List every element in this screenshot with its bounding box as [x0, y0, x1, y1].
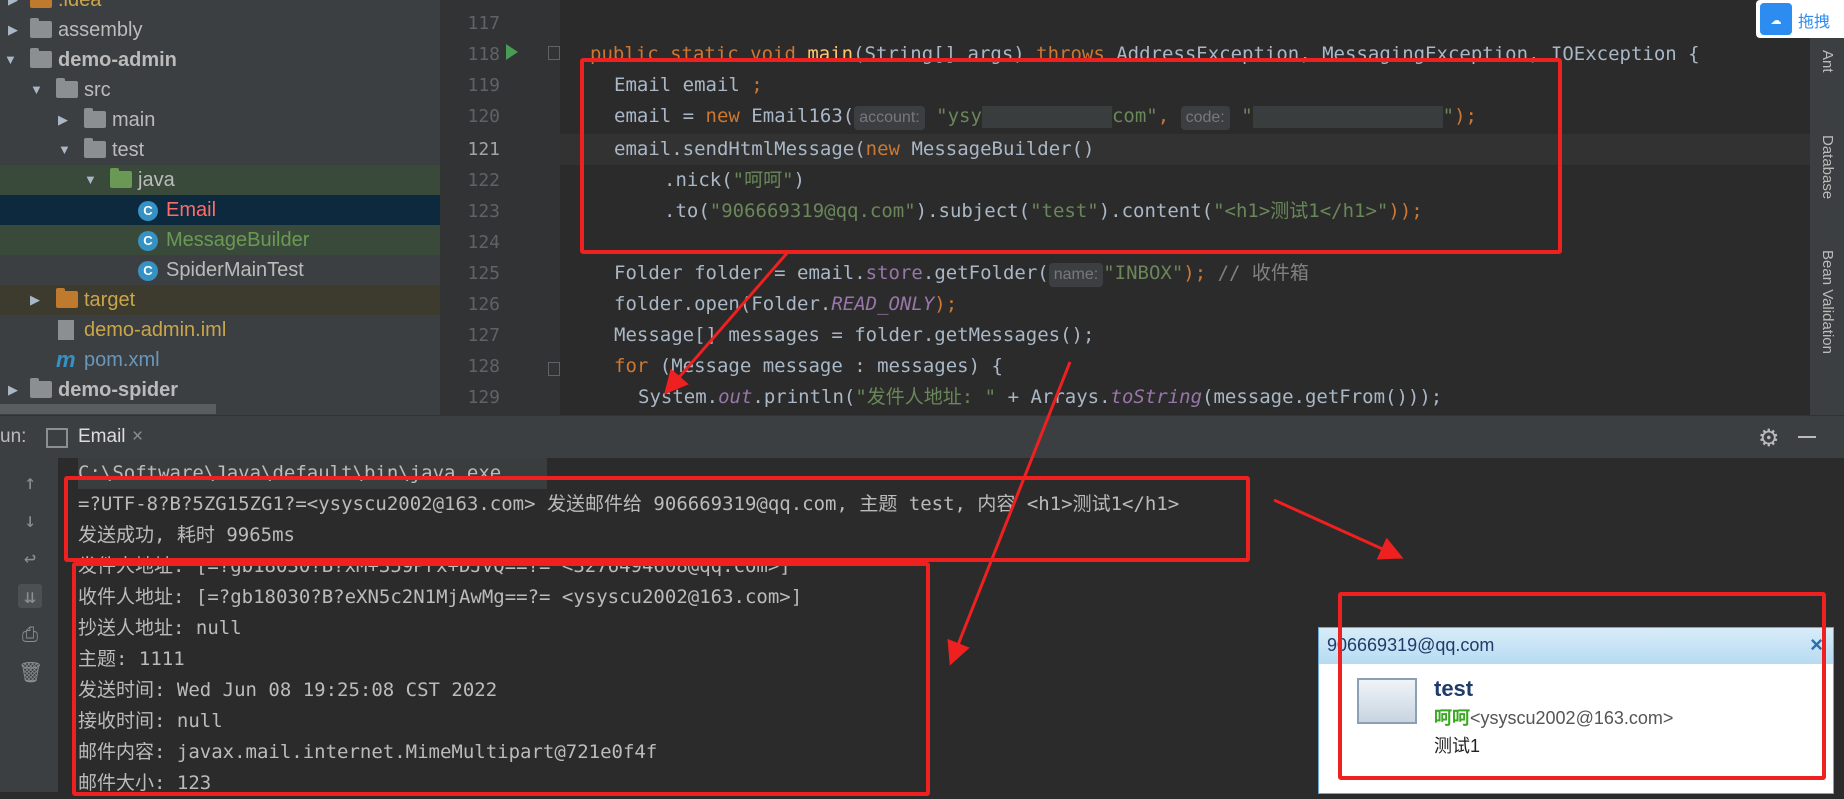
arrow [947, 361, 1072, 666]
arrow [1273, 498, 1404, 560]
arrow [664, 251, 790, 395]
annotation-arrows [664, 251, 1404, 666]
